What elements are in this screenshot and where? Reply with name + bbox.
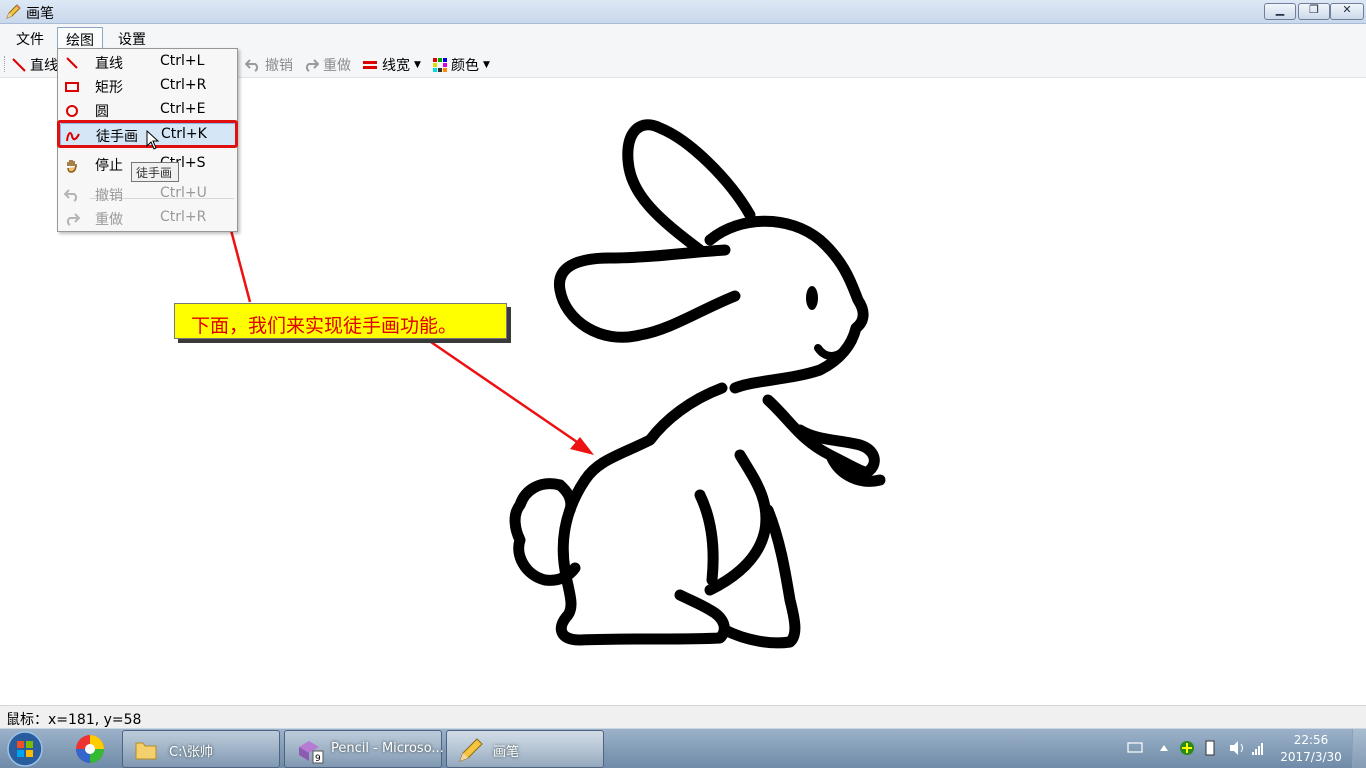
minimize-icon: ▁ xyxy=(1275,3,1285,16)
folder-icon xyxy=(135,742,157,760)
toolbar-line-label: 直线 xyxy=(30,58,58,74)
menu-item-label: 撤销 xyxy=(95,188,123,204)
pencil-icon xyxy=(459,738,483,762)
line-width-icon xyxy=(363,61,377,69)
menu-item-label: 矩形 xyxy=(95,80,123,96)
menu-draw[interactable]: 绘图 xyxy=(57,27,103,49)
toolbar-redo-button[interactable]: 重做 xyxy=(303,55,351,75)
toolbar-line-width-label: 线宽 xyxy=(382,58,410,74)
device-icon[interactable] xyxy=(1205,740,1215,756)
menu-item-shortcut: Ctrl+L xyxy=(160,53,205,69)
redo-icon xyxy=(66,213,80,226)
line-icon xyxy=(66,57,78,69)
vs-version-badge: 9 xyxy=(315,754,321,764)
toolbar-redo-label: 重做 xyxy=(323,58,351,74)
menu-item-circle[interactable]: 圆 Ctrl+E xyxy=(60,99,236,122)
taskbar-explorer-button[interactable]: C:\张帅 xyxy=(122,730,280,768)
taskbar-explorer-label: C:\张帅 xyxy=(169,745,213,760)
window-title: 画笔 xyxy=(26,6,54,22)
minimize-button[interactable]: ▁ xyxy=(1264,3,1296,20)
taskbar-visual-studio-button[interactable]: 9 Pencil - Microso... xyxy=(284,730,444,768)
toolbar-color-label: 颜色 xyxy=(451,58,479,74)
maximize-button[interactable]: ❐ xyxy=(1298,3,1330,20)
menu-item-redo[interactable]: 重做 Ctrl+R xyxy=(60,207,236,230)
tooltip: 徒手画 xyxy=(131,162,179,182)
undo-icon xyxy=(64,189,78,202)
clock-date: 2017/3/30 xyxy=(1280,750,1342,764)
toolbar-undo-label: 撤销 xyxy=(265,58,293,74)
mouse-position-text: 鼠标：x=181, y=58 xyxy=(6,712,142,728)
toolbar-grip[interactable] xyxy=(4,56,6,72)
taskbar-visual-studio-label: Pencil - Microso... xyxy=(331,741,444,756)
menu-item-undo[interactable]: 撤销 Ctrl+U xyxy=(60,183,236,206)
circle-icon xyxy=(66,105,78,117)
menu-item-label: 停止 xyxy=(95,158,123,174)
toolbar-line-button[interactable]: 直线 xyxy=(12,55,58,75)
menu-item-shortcut: Ctrl+R xyxy=(160,209,207,225)
signal-icon[interactable] xyxy=(1252,743,1263,755)
menu-item-shortcut: Ctrl+U xyxy=(160,185,207,201)
redo-icon xyxy=(305,59,319,72)
menu-bar: 文件 绘图 设置 xyxy=(0,24,1366,50)
hand-icon xyxy=(67,160,77,173)
taskbar: C:\张帅 9 Pencil - Microso... 画笔 22:56 201… xyxy=(0,728,1366,768)
rectangle-icon xyxy=(65,82,79,92)
close-icon: ✕ xyxy=(1342,3,1352,16)
annotation-callout: 下面，我们来实现徒手画功能。 xyxy=(174,303,507,339)
mouse-cursor-icon xyxy=(146,130,160,150)
menu-settings[interactable]: 设置 xyxy=(110,27,154,49)
close-button[interactable]: ✕ xyxy=(1330,3,1364,20)
taskbar-paint-button[interactable]: 画笔 xyxy=(446,730,604,768)
menu-item-label: 重做 xyxy=(95,212,123,228)
menu-item-line[interactable]: 直线 Ctrl+L xyxy=(60,51,236,74)
menu-file[interactable]: 文件 xyxy=(8,27,52,49)
menu-item-rectangle[interactable]: 矩形 Ctrl+R xyxy=(60,75,236,98)
pencil-app-icon xyxy=(6,4,21,19)
clock-time: 22:56 xyxy=(1293,733,1329,747)
menu-item-shortcut: Ctrl+R xyxy=(160,77,207,93)
line-icon xyxy=(12,58,26,72)
keyboard-icon[interactable] xyxy=(1127,742,1143,753)
network-plus-icon[interactable] xyxy=(1180,741,1194,755)
menu-item-label: 圆 xyxy=(95,104,109,120)
system-tray xyxy=(1127,740,1263,756)
annotation-arrows xyxy=(205,145,594,455)
tray-expand-icon[interactable] xyxy=(1160,745,1168,751)
rabbit-drawing xyxy=(509,119,886,649)
status-bar: 鼠标：x=181, y=58 xyxy=(0,705,1366,728)
clock[interactable]: 22:56 2017/3/30 xyxy=(1280,732,1342,766)
color-wheel-icon[interactable] xyxy=(70,731,110,767)
taskbar-paint-label: 画笔 xyxy=(493,745,520,760)
menu-item-label: 直线 xyxy=(95,56,123,72)
visual-studio-icon: 9 xyxy=(299,741,324,764)
toolbar-undo-button[interactable]: 撤销 xyxy=(245,55,293,75)
chevron-down-icon: ▼ xyxy=(483,60,490,70)
annotation-text: 下面，我们来实现徒手画功能。 xyxy=(191,315,458,337)
restore-icon: ❐ xyxy=(1309,3,1319,16)
title-bar: 画笔 ▁ ❐ ✕ xyxy=(0,0,1366,24)
chevron-down-icon: ▼ xyxy=(414,60,421,70)
color-palette-icon xyxy=(433,58,447,72)
undo-icon xyxy=(245,59,259,72)
toolbar-color-button[interactable]: 颜色 ▼ xyxy=(433,55,490,75)
show-desktop-button[interactable] xyxy=(1352,729,1366,768)
volume-icon[interactable] xyxy=(1230,741,1243,755)
menu-item-shortcut: Ctrl+E xyxy=(160,101,206,117)
toolbar-line-width-button[interactable]: 线宽 ▼ xyxy=(362,55,421,75)
start-button[interactable] xyxy=(5,730,45,768)
